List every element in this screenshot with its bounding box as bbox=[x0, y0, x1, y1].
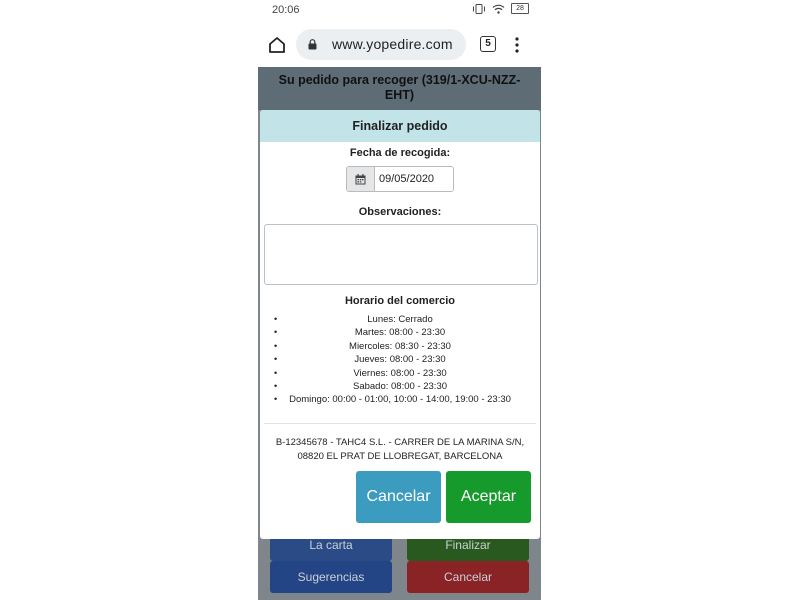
finalize-order-modal: Finalizar pedido Fecha de recogida: Obse… bbox=[260, 110, 540, 539]
page-header: Su pedido para recoger (319/1-XCU-NZZ-EH… bbox=[258, 67, 541, 110]
hours-item: Martes: 08:00 - 23:30 bbox=[260, 326, 540, 340]
page-title: Su pedido para recoger (319/1-XCU-NZZ-EH… bbox=[278, 73, 521, 102]
tab-switcher-button[interactable]: 5 bbox=[480, 36, 496, 52]
observations-label: Observaciones: bbox=[358, 206, 442, 218]
status-bar: 20:06 28 bbox=[258, 0, 541, 22]
address-line-1: B-12345678 - TAHC4 S.L. - CARRER DE LA M… bbox=[275, 437, 525, 448]
modal-title: Finalizar pedido bbox=[260, 110, 540, 142]
address-line-2: 08820 EL PRAT DE LLOBREGAT, BARCELONA bbox=[297, 450, 503, 462]
calendar-icon-button[interactable] bbox=[347, 167, 375, 191]
vibrate-icon bbox=[473, 3, 485, 14]
wifi-icon bbox=[492, 4, 505, 14]
business-address: B-12345678 - TAHC4 S.L. - CARRER DE LA M… bbox=[260, 436, 540, 463]
calendar-icon bbox=[355, 173, 366, 184]
url-text: www.yopedire.com bbox=[332, 36, 453, 52]
sugerencias-button: Sugerencias bbox=[270, 561, 392, 593]
home-icon[interactable] bbox=[266, 34, 288, 56]
hours-item: Sabado: 08:00 - 23:30 bbox=[260, 380, 540, 394]
status-time: 20:06 bbox=[272, 4, 300, 16]
divider bbox=[264, 423, 536, 424]
observations-textarea[interactable] bbox=[264, 224, 538, 285]
browser-toolbar: www.yopedire.com 5 bbox=[258, 24, 541, 66]
hours-item: Viernes: 08:00 - 23:30 bbox=[260, 367, 540, 381]
lock-icon bbox=[308, 39, 317, 50]
pickup-date-label: Fecha de recogida: bbox=[349, 147, 451, 159]
page-cancel-button: Cancelar bbox=[407, 561, 529, 593]
accept-button[interactable]: Aceptar bbox=[446, 471, 531, 523]
more-menu-icon[interactable] bbox=[514, 36, 520, 54]
hours-item: Lunes: Cerrado bbox=[260, 313, 540, 327]
pickup-date-input[interactable] bbox=[375, 167, 453, 191]
opening-hours-list: Lunes: Cerrado Martes: 08:00 - 23:30 Mie… bbox=[260, 313, 540, 407]
status-icons: 28 bbox=[472, 3, 529, 14]
battery-icon: 28 bbox=[511, 3, 529, 14]
address-bar[interactable]: www.yopedire.com bbox=[296, 29, 466, 60]
pickup-date-group bbox=[346, 166, 454, 192]
hours-item: Miercoles: 08:30 - 23:30 bbox=[260, 340, 540, 354]
hours-item: Domingo: 00:00 - 01:00, 10:00 - 14:00, 1… bbox=[260, 393, 540, 407]
hours-item: Jueves: 08:00 - 23:30 bbox=[260, 353, 540, 367]
cancel-button[interactable]: Cancelar bbox=[356, 471, 441, 523]
hours-title: Horario del comercio bbox=[344, 295, 456, 307]
